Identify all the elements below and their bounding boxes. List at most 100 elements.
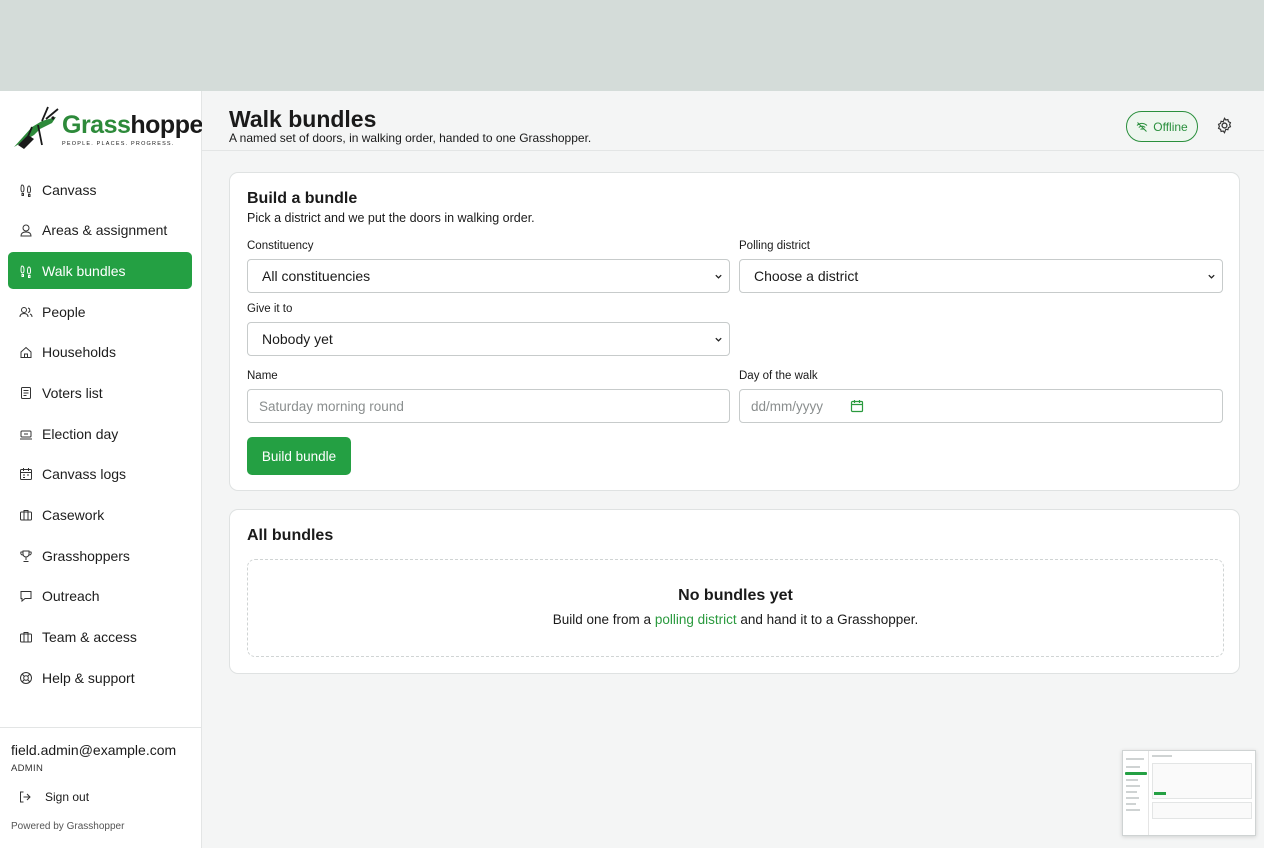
- sidebar-item-label: People: [42, 303, 86, 320]
- sidebar-item-label: Help & support: [42, 669, 135, 686]
- offline-status-badge[interactable]: Offline: [1126, 111, 1198, 142]
- gear-icon[interactable]: [1216, 117, 1233, 134]
- sidebar-item-label: Grasshoppers: [42, 547, 130, 564]
- sidebar-item-outreach[interactable]: Outreach: [8, 578, 192, 615]
- lifebuoy-icon: [18, 670, 33, 685]
- sidebar-item-help-support[interactable]: Help & support: [8, 659, 192, 696]
- sign-out-label: Sign out: [45, 790, 90, 804]
- thumbnail-line: [1126, 785, 1140, 787]
- sidebar-item-grasshoppers[interactable]: Grasshoppers: [8, 537, 192, 574]
- empty-state: No bundles yet Build one from a polling …: [247, 559, 1224, 657]
- sign-out-icon: [20, 791, 31, 803]
- assignee-value: Nobody yet: [262, 331, 333, 347]
- bundle-name-input[interactable]: Saturday morning round: [247, 389, 730, 423]
- build-bundle-button[interactable]: Build bundle: [247, 437, 351, 475]
- assignee-label: Give it to: [247, 303, 293, 315]
- sidebar-item-casework[interactable]: Casework: [8, 497, 192, 534]
- sidebar-item-label: Casework: [42, 507, 105, 523]
- sidebar-footer: field.admin@example.com ADMIN Sign out P…: [0, 727, 201, 848]
- walk-date-placeholder: dd/mm/yyyy: [751, 398, 824, 414]
- constituency-value: All constituencies: [262, 268, 371, 284]
- thumbnail-line: [1126, 797, 1139, 799]
- assignee-select[interactable]: Nobody yet: [247, 322, 730, 356]
- thumbnail-line: [1126, 758, 1144, 760]
- sidebar-item-label: Canvass: [42, 181, 97, 198]
- thumbnail-line: [1126, 779, 1138, 781]
- sidebar-item-canvass-logs[interactable]: Canvass logs: [8, 456, 192, 493]
- page-title: Walk bundles: [229, 106, 377, 132]
- no-wifi-icon: [1136, 121, 1148, 132]
- page-subtitle: A named set of doors, in walking order, …: [229, 131, 592, 145]
- thumbnail-line: [1126, 791, 1137, 793]
- footsteps-icon: [18, 263, 33, 278]
- sidebar-item-label: Areas & assignment: [42, 222, 168, 239]
- page-header: Walk bundles A named set of doors, in wa…: [202, 91, 1264, 151]
- thumbnail-line: [1126, 809, 1140, 811]
- empty-state-title: No bundles yet: [678, 587, 793, 604]
- sidebar-item-people[interactable]: People: [8, 293, 192, 330]
- bundle-name-placeholder: Saturday morning round: [259, 398, 404, 414]
- grasshopper-logo-icon: [14, 106, 59, 149]
- chevron-down-icon: [1208, 274, 1215, 279]
- thumbnail-line: [1126, 803, 1136, 805]
- sidebar-item-team-access[interactable]: Team & access: [8, 619, 192, 656]
- sidebar-item-election-day[interactable]: Election day: [8, 415, 192, 452]
- chevron-down-icon: [715, 337, 722, 342]
- user-role: ADMIN: [11, 763, 44, 774]
- briefcase-icon: [18, 630, 33, 645]
- calendar-icon[interactable]: [850, 399, 864, 413]
- constituency-label: Constituency: [247, 240, 314, 252]
- briefcase-icon: [18, 508, 33, 523]
- thumbnail-line: [1126, 766, 1140, 768]
- empty-text-before: Build one from a: [552, 612, 655, 627]
- build-bundle-subtitle: Pick a district and we put the doors in …: [247, 211, 535, 225]
- brand-name-part1: Grass: [62, 111, 131, 139]
- thumbnail-active-item: [1125, 772, 1147, 775]
- document-list-icon: [18, 385, 33, 400]
- polling-district-label: Polling district: [739, 240, 810, 252]
- sidebar-item-label: Voters list: [42, 384, 103, 401]
- sidebar: Grasshopper PEOPLE. PLACES. PROGRESS. Ca…: [0, 91, 213, 848]
- empty-state-text: Build one from a polling district and ha…: [248, 612, 1223, 627]
- build-bundle-card: Build a bundle Pick a district and we pu…: [229, 172, 1240, 491]
- thumbnail-sidebar: [1123, 751, 1149, 835]
- polling-district-link[interactable]: polling district: [655, 612, 737, 627]
- polling-district-select[interactable]: Choose a district: [739, 259, 1223, 293]
- sidebar-item-voters-list[interactable]: Voters list: [8, 374, 192, 411]
- page-preview-thumbnail[interactable]: [1122, 750, 1256, 836]
- sidebar-item-label: Election day: [42, 425, 119, 442]
- sidebar-item-households[interactable]: Households: [8, 334, 192, 371]
- offline-label: Offline: [1153, 119, 1188, 134]
- polling-district-value: Choose a district: [754, 268, 859, 284]
- sign-out-button[interactable]: Sign out: [18, 790, 89, 804]
- chevron-down-icon: [715, 274, 722, 279]
- walk-date-label: Day of the walk: [739, 370, 818, 382]
- bundle-name-label: Name: [247, 370, 278, 382]
- brand-tagline: PEOPLE. PLACES. PROGRESS.: [62, 141, 175, 147]
- calendar-log-icon: [18, 467, 33, 482]
- sidebar-item-canvass[interactable]: Canvass: [8, 171, 192, 208]
- chat-bubble-icon: [18, 589, 33, 604]
- sidebar-item-label: Team & access: [42, 629, 137, 646]
- constituency-select[interactable]: All constituencies: [247, 259, 730, 293]
- thumbnail-button: [1154, 792, 1166, 795]
- user-email: field.admin@example.com: [11, 742, 177, 758]
- brand-name-part2: hopper: [130, 111, 213, 139]
- map-pin-person-icon: [18, 223, 33, 238]
- thumbnail-line: [1152, 755, 1172, 757]
- sidebar-nav: Canvass Areas & assignment Walk bundles …: [8, 171, 192, 700]
- sidebar-item-label: Households: [42, 344, 116, 361]
- sidebar-item-walk-bundles[interactable]: Walk bundles: [8, 252, 192, 290]
- trophy-icon: [18, 548, 33, 563]
- powered-by: Powered by Grasshopper: [11, 821, 125, 832]
- footsteps-icon: [18, 182, 33, 197]
- brand-logo[interactable]: Grasshopper PEOPLE. PLACES. PROGRESS.: [12, 103, 213, 153]
- sidebar-item-areas-assignment[interactable]: Areas & assignment: [8, 212, 192, 249]
- all-bundles-card: All bundles No bundles yet Build one fro…: [229, 509, 1240, 674]
- walk-date-input[interactable]: dd/mm/yyyy: [739, 389, 1223, 423]
- house-icon: [18, 345, 33, 360]
- build-bundle-title: Build a bundle: [247, 190, 358, 207]
- thumbnail-card: [1152, 763, 1252, 799]
- people-icon: [18, 304, 33, 319]
- sidebar-item-label: Canvass logs: [42, 466, 127, 483]
